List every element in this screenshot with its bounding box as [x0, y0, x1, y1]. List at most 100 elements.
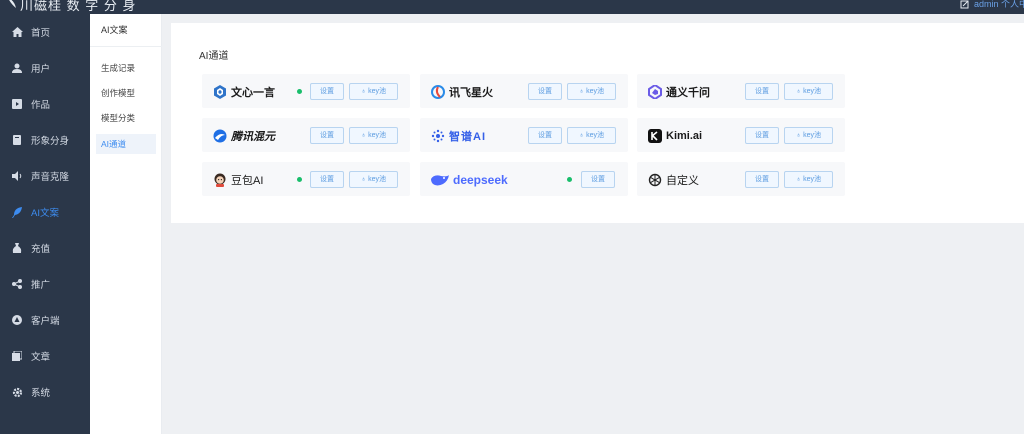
xunfei-logo-icon: [430, 84, 446, 100]
channel-card-tongyi: 通义千问 设置 ♁ key池: [637, 74, 845, 108]
sidebar-item-label: 系统: [31, 388, 51, 399]
settings-button[interactable]: 设置: [745, 127, 779, 144]
key-pool-button[interactable]: ♁ key池: [784, 127, 833, 144]
channel-brand: deepseek: [430, 171, 508, 188]
sidebar-item-label: 推广: [31, 280, 51, 291]
settings-button[interactable]: 设置: [745, 171, 779, 188]
channel-brand: 自定义: [647, 171, 699, 188]
settings-button[interactable]: 设置: [528, 83, 562, 100]
key-pool-button[interactable]: ♁ key池: [349, 83, 398, 100]
channel-brand: 文心一言: [212, 83, 275, 100]
key-pool-button[interactable]: ♁ key池: [784, 83, 833, 100]
sidebar-item-voice[interactable]: 声音克隆: [0, 158, 90, 194]
gear-icon: [10, 385, 24, 399]
sidebar-item-label: 声音克隆: [31, 172, 70, 183]
subnav-item-models[interactable]: 创作模型: [96, 83, 156, 103]
works-icon: [10, 97, 24, 111]
settings-button[interactable]: 设置: [310, 171, 344, 188]
channel-card-zhipu: 智谱AI 设置 ♁ key池: [420, 118, 628, 152]
logo-icon: [9, 0, 16, 8]
sidebar-item-label: 作品: [31, 100, 51, 111]
key-pool-button[interactable]: ♁ key池: [784, 171, 833, 188]
channel-brand: 讯飞星火: [430, 83, 493, 100]
sidebar-item-articles[interactable]: 文章: [0, 338, 90, 374]
settings-button[interactable]: 设置: [310, 127, 344, 144]
wenxin-logo-icon: [212, 84, 228, 100]
zhipu-logo-icon: [430, 128, 446, 144]
channel-name: 智谱AI: [449, 130, 486, 143]
channel-card-custom: 自定义 设置 ♁ key池: [637, 162, 845, 196]
sidebar-item-promotion[interactable]: 推广: [0, 266, 90, 302]
channel-brand: Kimi.ai: [647, 127, 702, 144]
key-pool-button[interactable]: ♁ key池: [349, 171, 398, 188]
subnav-item-ai-channels[interactable]: AI通道: [96, 134, 156, 154]
channel-card-kimi: Kimi.ai 设置 ♁ key池: [637, 118, 845, 152]
sidebar-item-avatar-clone[interactable]: 形象分身: [0, 122, 90, 158]
subnav-item-records[interactable]: 生成记录: [96, 58, 156, 78]
doubao-logo-icon: [212, 172, 228, 188]
sidebar-item-label: 客户端: [31, 316, 60, 327]
channel-name: 自定义: [666, 174, 699, 187]
share-icon: [10, 277, 24, 291]
avatar-clone-icon: [10, 133, 24, 147]
openai-logo-icon: [647, 172, 663, 188]
subnav-item-categories[interactable]: 模型分类: [96, 108, 156, 128]
feather-icon: [10, 205, 24, 219]
settings-button[interactable]: 设置: [581, 171, 615, 188]
channel-name: 豆包AI: [231, 174, 264, 187]
key-pool-button[interactable]: ♁ key池: [567, 127, 616, 144]
channel-name: Kimi.ai: [666, 129, 703, 142]
kimi-logo-icon: [647, 128, 663, 144]
main-panel: AI通道 文心一言 设置 ♁ key池 讯飞星火 设置 ♁ key池 通义千问 …: [171, 23, 1024, 223]
deepseek-logo-icon: [430, 172, 450, 188]
channel-card-wenxin: 文心一言 设置 ♁ key池: [202, 74, 410, 108]
sidebar-item-label: AI文案: [31, 208, 59, 219]
key-pool-button[interactable]: ♁ key池: [567, 83, 616, 100]
channel-name: 通义千问: [666, 86, 710, 99]
sidebar-item-label: 形象分身: [31, 136, 70, 147]
sidebar-item-label: 首页: [31, 28, 51, 39]
sidebar-item-client[interactable]: 客户端: [0, 302, 90, 338]
channel-brand: 通义千问: [647, 83, 710, 100]
channel-card-hunyuan: 腾讯混元 设置 ♁ key池: [202, 118, 410, 152]
home-icon: [10, 25, 24, 39]
user-icon: [10, 61, 24, 75]
user-menu[interactable]: admin 个人中: [974, 0, 1024, 10]
sidebar-item-home[interactable]: 首页: [0, 14, 90, 50]
app-title: 川磁桂 数 字 分 身: [20, 0, 137, 13]
channel-name: deepseek: [453, 172, 508, 187]
channel-brand: 智谱AI: [430, 127, 486, 144]
edit-icon[interactable]: [960, 0, 970, 9]
tongyi-logo-icon: [647, 84, 663, 100]
wallet-icon: [10, 241, 24, 255]
sidebar-item-users[interactable]: 用户: [0, 50, 90, 86]
channel-card-doubao: 豆包AI 设置 ♁ key池: [202, 162, 410, 196]
channel-brand: 腾讯混元: [212, 127, 275, 144]
settings-button[interactable]: 设置: [310, 83, 344, 100]
sidebar: 首页 用户 作品 形象分身 声音克隆 AI文案 充值 推广 客户端 文章 系统: [0, 14, 90, 434]
status-dot-active: [297, 89, 302, 94]
hunyuan-logo-icon: [212, 128, 228, 144]
client-icon: [10, 313, 24, 327]
channel-name: 腾讯混元: [231, 130, 275, 143]
sidebar-item-system[interactable]: 系统: [0, 374, 90, 410]
sidebar-item-recharge[interactable]: 充值: [0, 230, 90, 266]
settings-button[interactable]: 设置: [745, 83, 779, 100]
voice-icon: [10, 169, 24, 183]
top-bar: 川磁桂 数 字 分 身 admin 个人中: [0, 0, 1024, 14]
article-icon: [10, 349, 24, 363]
status-dot-active: [567, 177, 572, 182]
channel-card-xunfei: 讯飞星火 设置 ♁ key池: [420, 74, 628, 108]
sidebar-item-works[interactable]: 作品: [0, 86, 90, 122]
channel-name: 讯飞星火: [449, 86, 493, 99]
sidebar-item-ai-copy[interactable]: AI文案: [0, 194, 90, 230]
sidebar-item-label: 用户: [31, 64, 51, 75]
settings-button[interactable]: 设置: [528, 127, 562, 144]
sub-nav: AI文案 生成记录 创作模型 模型分类 AI通道: [90, 14, 162, 434]
page-title: AI通道: [199, 51, 229, 62]
channel-brand: 豆包AI: [212, 171, 263, 188]
sidebar-item-label: 充值: [31, 244, 51, 255]
sidebar-item-label: 文章: [31, 352, 51, 363]
subnav-title: AI文案: [90, 14, 162, 47]
key-pool-button[interactable]: ♁ key池: [349, 127, 398, 144]
